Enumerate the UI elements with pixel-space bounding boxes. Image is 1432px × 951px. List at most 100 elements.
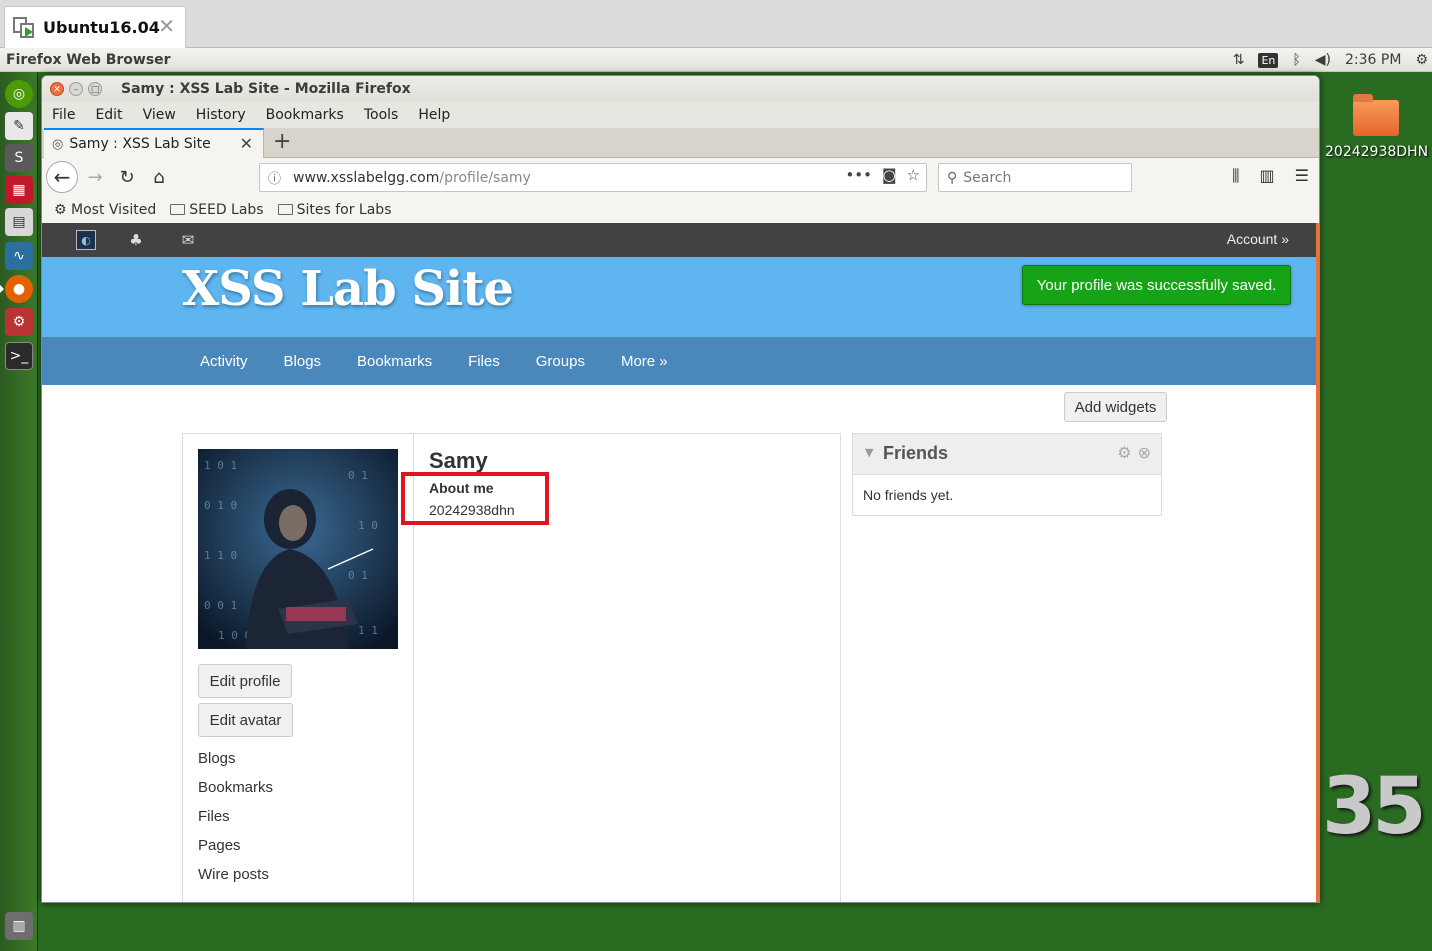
avatar[interactable]: 1 0 10 1 01 1 00 0 1 0 11 00 11 1 1 0 0 … (198, 449, 398, 649)
file-manager-icon[interactable]: ▤ (5, 208, 33, 236)
owner-link-wire-posts[interactable]: Wire posts (198, 866, 269, 883)
friends-widget: ▼ Friends ⚙ ⊗ No friends yet. (852, 433, 1162, 516)
widget-close-icon[interactable]: ⊗ (1138, 443, 1151, 462)
back-button[interactable]: ← (46, 161, 78, 193)
keyboard-layout-indicator[interactable]: En (1258, 52, 1279, 68)
bookmark-sites-for-labs[interactable]: Sites for Labs (277, 201, 392, 218)
settings-gear-icon[interactable]: ⚙ (1415, 52, 1428, 68)
reload-button[interactable]: ↻ (114, 164, 140, 190)
edit-avatar-button[interactable]: Edit avatar (198, 703, 293, 737)
bookmark-seed-labs[interactable]: SEED Labs (170, 202, 264, 218)
owner-link-blogs[interactable]: Blogs (198, 750, 236, 767)
system-settings-icon[interactable]: ⚙ (5, 308, 33, 336)
window-titlebar[interactable]: ✕ – □ Samy : XSS Lab Site - Mozilla Fire… (42, 76, 1319, 102)
site-menu-files[interactable]: Files (468, 353, 500, 370)
window-close-icon[interactable]: ✕ (50, 82, 64, 96)
menu-history[interactable]: History (196, 107, 246, 123)
search-icon: ⚲ (947, 169, 958, 186)
web-page: ◐ ♣ ✉ Account » XSS Lab Site Your profil… (42, 223, 1319, 902)
site-title[interactable]: XSS Lab Site (182, 261, 514, 317)
home-button[interactable]: ⌂ (146, 164, 172, 190)
vm-tab[interactable]: Ubuntu16.04 ✕ (4, 6, 186, 48)
firefox-icon[interactable]: ● (0, 275, 33, 303)
tab-favicon-icon: ◎ (52, 136, 64, 152)
folder-icon (1353, 94, 1399, 136)
library-icon[interactable]: ⫼ (1232, 166, 1239, 186)
edit-profile-button[interactable]: Edit profile (198, 664, 292, 698)
menu-view[interactable]: View (143, 107, 176, 123)
trash-icon[interactable]: ▥ (5, 912, 33, 940)
profile-box: 1 0 10 1 01 1 00 0 1 0 11 00 11 1 1 0 0 … (182, 433, 841, 902)
url-bar[interactable]: ⓘ www.xsslabelgg.com/profile/samy ••• ◙ … (259, 163, 927, 192)
menu-tools[interactable]: Tools (364, 107, 399, 123)
wallpaper-text: 35 (1322, 762, 1427, 852)
success-message[interactable]: Your profile was successfully saved. (1022, 265, 1291, 305)
vm-tab-title: Ubuntu16.04 (43, 18, 160, 37)
friends-icon[interactable]: ♣ (126, 230, 146, 250)
sublime-text-icon[interactable]: S (5, 144, 33, 172)
bookmark-most-visited[interactable]: ⚙ Most Visited (54, 202, 156, 218)
vm-tab-bar: Ubuntu16.04 ✕ (0, 0, 1432, 48)
new-tab-button[interactable]: + (273, 130, 291, 154)
calculator-icon[interactable]: ▦ (5, 176, 33, 204)
site-menu-more[interactable]: More » (621, 353, 668, 370)
menu-edit[interactable]: Edit (95, 107, 122, 123)
ubuntu-top-panel: Firefox Web Browser ⇅ En ᛒ ◀) 2:36 PM ⚙ (0, 48, 1432, 72)
widget-settings-gear-icon[interactable]: ⚙ (1117, 443, 1131, 462)
bookmark-star-icon[interactable]: ☆ (907, 166, 920, 184)
vm-tab-close-icon[interactable]: ✕ (158, 15, 175, 37)
tab-close-icon[interactable]: ✕ (240, 134, 253, 153)
url-actions: ••• ◙ ☆ (845, 166, 920, 184)
clock[interactable]: 2:36 PM (1345, 52, 1401, 68)
forward-button[interactable]: → (82, 164, 108, 190)
account-menu[interactable]: Account » (1227, 231, 1289, 247)
elgg-logo-icon[interactable]: ◐ (76, 230, 96, 250)
bookmark-label: Sites for Labs (296, 201, 392, 218)
profile-owner-block: 1 0 10 1 01 1 00 0 1 0 11 00 11 1 1 0 0 … (183, 434, 414, 902)
red-annotation-box (401, 472, 549, 525)
dash-home-icon[interactable]: ◎ (5, 80, 33, 108)
volume-icon[interactable]: ◀) (1315, 52, 1331, 68)
window-minimize-icon[interactable]: – (69, 82, 83, 96)
tab-strip: ◎ Samy : XSS Lab Site ✕ + (42, 128, 1319, 158)
folder-icon (277, 203, 293, 215)
menu-help[interactable]: Help (418, 107, 450, 123)
add-widgets-button[interactable]: Add widgets (1064, 392, 1167, 422)
collapse-triangle-icon[interactable]: ▼ (865, 446, 873, 459)
search-bar[interactable]: ⚲ Search (938, 163, 1132, 192)
wireshark-icon[interactable]: ∿ (5, 242, 33, 270)
mail-icon[interactable]: ✉ (178, 230, 198, 250)
menu-bookmarks[interactable]: Bookmarks (266, 107, 344, 123)
site-menu-activity[interactable]: Activity (200, 353, 248, 370)
svg-text:0 1: 0 1 (348, 569, 368, 582)
svg-text:0 1 0: 0 1 0 (204, 499, 237, 512)
page-actions-icon[interactable]: ••• (845, 166, 872, 184)
owner-link-pages[interactable]: Pages (198, 837, 241, 854)
site-menu-groups[interactable]: Groups (536, 353, 585, 370)
friends-widget-header: ▼ Friends ⚙ ⊗ (853, 434, 1161, 475)
site-header: XSS Lab Site Your profile was successful… (42, 257, 1319, 337)
desktop-folder[interactable]: 20242938DHN (1325, 94, 1428, 160)
svg-text:1 1 0: 1 1 0 (204, 549, 237, 562)
bookmark-label: Most Visited (71, 201, 157, 218)
owner-link-files[interactable]: Files (198, 808, 230, 825)
pocket-icon[interactable]: ◙ (882, 166, 897, 184)
menu-bar: File Edit View History Bookmarks Tools H… (42, 102, 1319, 128)
profile-name: Samy (429, 448, 488, 473)
network-icon[interactable]: ⇅ (1233, 52, 1245, 68)
owner-link-bookmarks[interactable]: Bookmarks (198, 779, 273, 796)
terminal-icon[interactable]: >_ (5, 342, 33, 370)
active-app-name: Firefox Web Browser (6, 51, 171, 68)
site-menu-blogs[interactable]: Blogs (284, 353, 322, 370)
browser-tab[interactable]: ◎ Samy : XSS Lab Site ✕ (44, 128, 264, 158)
window-edge-accent (1316, 223, 1319, 902)
sidebar-icon[interactable]: ▥ (1260, 166, 1275, 186)
window-maximize-icon[interactable]: □ (88, 82, 102, 96)
site-menu-bookmarks[interactable]: Bookmarks (357, 353, 432, 370)
site-info-icon[interactable]: ⓘ (268, 168, 281, 187)
folder-icon (170, 203, 186, 215)
bluetooth-icon[interactable]: ᛒ (1292, 52, 1300, 68)
menu-file[interactable]: File (52, 107, 75, 123)
hamburger-menu-icon[interactable]: ☰ (1295, 166, 1309, 186)
text-editor-icon[interactable]: ✎ (5, 112, 33, 140)
